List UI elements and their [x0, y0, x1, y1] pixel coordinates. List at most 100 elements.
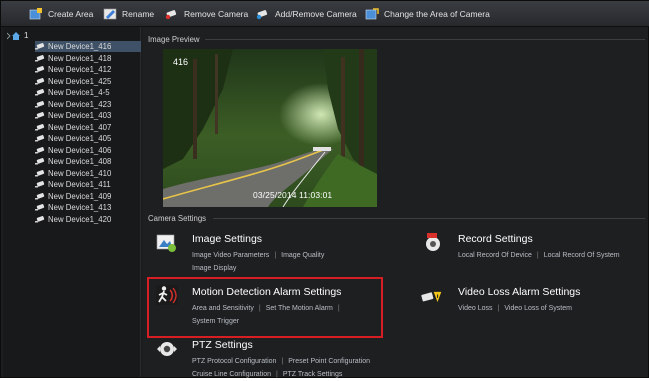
tree-device-label: New Device1_418 [48, 53, 112, 63]
tree-device-label: New Device1_403 [48, 111, 112, 120]
image-quality-link[interactable]: Image Quality [281, 252, 324, 259]
tree-device-item[interactable]: New Device1_425 [35, 76, 143, 87]
image-settings-title: Image Settings [192, 233, 263, 245]
video-loss-icon [421, 291, 442, 303]
tree-device-label: New Device1_4-5 [48, 88, 110, 97]
change-area-label: Change the Area of Camera [384, 9, 490, 19]
camera-icon [35, 146, 45, 153]
tree-device-item[interactable]: New Device1_4-5 [35, 87, 143, 98]
remove-camera-icon [165, 10, 177, 20]
image-settings-links: Image Video Parameters | Image Quality Ima… [192, 249, 324, 275]
tree-device-label: New Device1_405 [48, 134, 112, 143]
tree-device-label: New Device1_412 [48, 65, 112, 74]
tree-device-item[interactable]: New Device1_418 [35, 53, 143, 64]
tree-device-item[interactable]: New Device1_403 [35, 110, 143, 121]
remove-camera-button[interactable]: Remove Camera [165, 7, 248, 21]
tree-device-item[interactable]: New Device1_411 [35, 179, 143, 190]
separator: | [274, 252, 277, 259]
rename-icon [103, 8, 117, 20]
add-remove-camera-button[interactable]: Add/Remove Camera [256, 7, 357, 21]
camera-icon [35, 204, 45, 211]
tree-root-label: 1 [24, 30, 29, 40]
image-display-link[interactable]: Image Display [192, 265, 236, 272]
tree-device-item[interactable]: New Device1_413 [35, 202, 143, 213]
change-area-icon [365, 8, 379, 20]
create-area-label: Create Area [48, 9, 94, 19]
tree-device-item[interactable]: New Device1_405 [35, 133, 143, 144]
camera-icon [35, 89, 45, 96]
camera-icon [35, 66, 45, 73]
video-loss-links: Video Loss | Video Loss of System [458, 302, 572, 315]
camera-icon [35, 77, 45, 84]
camera-icon [35, 135, 45, 142]
tree-device-item[interactable]: New Device1_416 [35, 41, 141, 52]
tree-device-label: New Device1_406 [48, 145, 112, 155]
local-record-system-link[interactable]: Local Record Of System [544, 252, 620, 259]
ptz-track-link[interactable]: PTZ Track Settings [283, 371, 343, 378]
tree-device-item[interactable]: New Device1_409 [35, 191, 143, 202]
separator: | [281, 358, 284, 365]
image-video-parameters-link[interactable]: Image Video Parameters [192, 252, 269, 259]
video-loss-title: Video Loss Alarm Settings [458, 286, 581, 298]
camera-settings-title: Camera Settings [148, 214, 207, 223]
tree-device-item[interactable]: New Device1_420 [35, 214, 143, 225]
video-loss-system-link[interactable]: Video Loss of System [504, 305, 572, 312]
tree-device-label: New Device1_420 [48, 214, 112, 224]
ptz-settings-links: PTZ Protocol Configuration | Preset Point … [192, 355, 370, 381]
add-remove-camera-label: Add/Remove Camera [275, 9, 357, 19]
tree-device-label: New Device1_423 [48, 99, 112, 109]
separator: | [276, 371, 278, 378]
tree-device-label: New Device1_409 [48, 191, 112, 201]
device-tree[interactable]: 1 New Device1_416 New Device1_418 New Devi… [3, 27, 141, 377]
change-area-button[interactable]: Change the Area of Camera [365, 7, 490, 21]
local-record-device-link[interactable]: Local Record Of Device [458, 252, 532, 259]
tree-device-label: New Device1_410 [48, 168, 112, 178]
tree-device-item[interactable]: New Device1_408 [35, 156, 143, 167]
app-window: Create Area Rename Remove Camera Add/Rem… [0, 0, 649, 378]
tree-device-label: New Device1_407 [48, 122, 112, 132]
add-remove-camera-icon [256, 10, 268, 20]
highlight-box [147, 277, 383, 338]
record-settings-title: Record Settings [458, 233, 533, 245]
tree-device-label: New Device1_408 [48, 157, 112, 166]
camera-icon [35, 215, 45, 222]
camera-icon [35, 169, 45, 176]
ptz-icon [157, 342, 177, 356]
tree-device-item[interactable]: New Device1_412 [35, 64, 143, 75]
tree-device-item[interactable]: New Device1_406 [35, 145, 143, 156]
video-loss-link[interactable]: Video Loss [458, 305, 493, 312]
tree-device-label: New Device1_411 [48, 180, 111, 189]
camera-icon [35, 123, 45, 130]
tree-device-item[interactable]: New Device1_410 [35, 168, 143, 179]
separator: | [497, 305, 500, 312]
image-preview-title: Image Preview [148, 35, 200, 44]
rename-button[interactable]: Rename [103, 7, 154, 21]
record-settings-links: Local Record Of Device | Local Record Of S… [458, 249, 620, 262]
divider [205, 39, 645, 40]
record-settings-icon [426, 233, 440, 251]
ptz-protocol-link[interactable]: PTZ Protocol Configuration [192, 358, 276, 365]
remove-camera-label: Remove Camera [184, 9, 249, 19]
tree-device-label: New Device1_425 [48, 76, 112, 86]
preset-point-link[interactable]: Preset Point Configuration [288, 358, 370, 365]
tree-device-label: New Device1_416 [48, 42, 112, 51]
camera-icon [35, 181, 45, 188]
create-area-button[interactable]: Create Area [29, 7, 93, 21]
toolbar: Create Area Rename Remove Camera Add/Rem… [1, 1, 649, 27]
camera-icon [35, 54, 45, 61]
divider [213, 218, 645, 219]
tree-device-item[interactable]: New Device1_423 [35, 99, 143, 110]
tree-root[interactable]: 1 [7, 30, 28, 40]
preview-channel-label: 416 [173, 57, 189, 67]
cruise-line-link[interactable]: Cruise Line Configuration [192, 371, 271, 378]
home-icon [7, 31, 20, 40]
image-preview: 416 03/25/2014 11:03:01 [163, 49, 377, 207]
camera-icon [35, 158, 45, 165]
preview-image [163, 49, 377, 207]
rename-label: Rename [122, 9, 155, 19]
separator: | [536, 252, 539, 259]
tree-device-item[interactable]: New Device1_407 [35, 122, 143, 133]
preview-timestamp: 03/25/2014 11:03:01 [253, 190, 333, 200]
camera-icon [35, 112, 45, 119]
camera-icon [35, 43, 45, 50]
